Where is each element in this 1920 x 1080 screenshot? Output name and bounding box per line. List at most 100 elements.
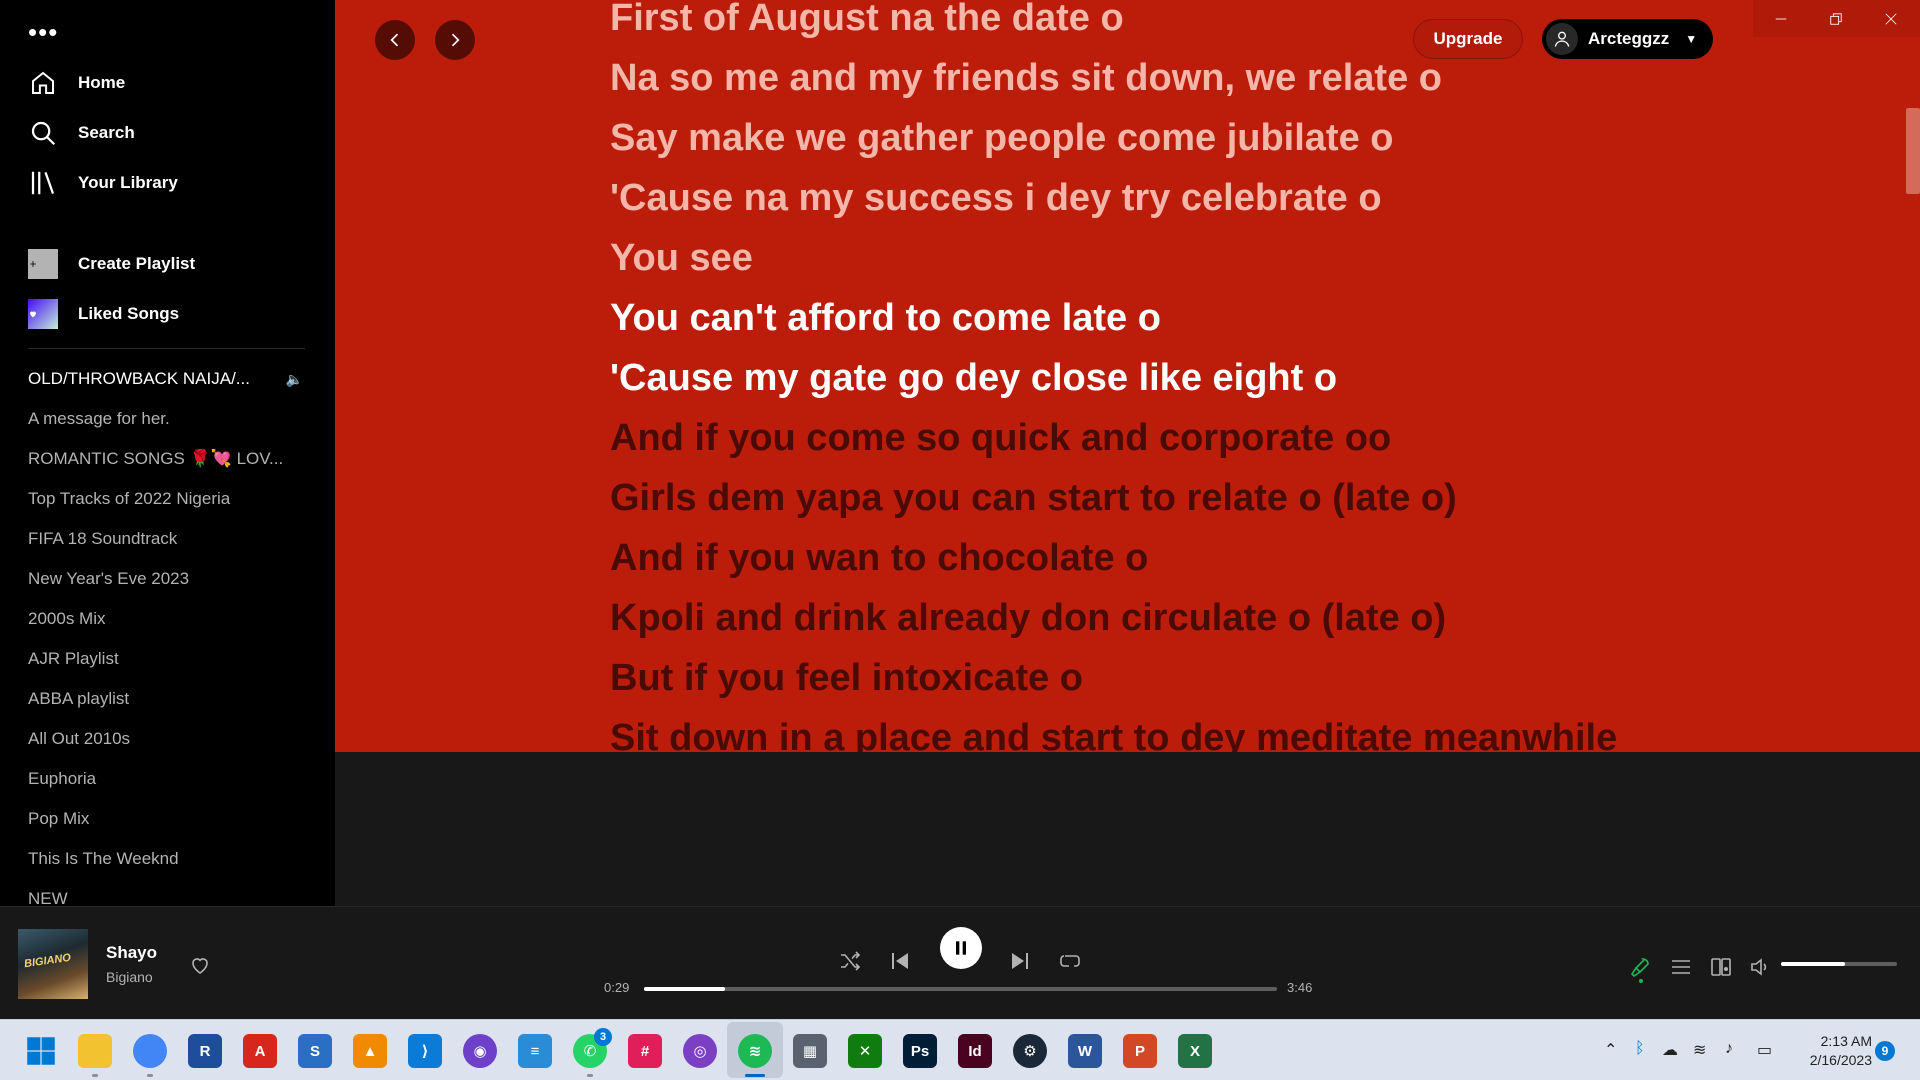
notification-badge[interactable]: 9 [1875,1041,1895,1061]
playlist-item[interactable]: All Out 2010s [28,726,303,752]
vscode-icon[interactable]: ⟩ [408,1034,442,1068]
clock-date: 2/16/2023 [1809,1052,1872,1068]
lyric-line[interactable]: But if you feel intoxicate o [610,648,1617,708]
nav-home[interactable]: Home [28,63,125,103]
window-controls [1753,0,1920,37]
shuffle-button[interactable] [838,949,862,973]
upgrade-button[interactable]: Upgrade [1413,19,1523,59]
minimize-button[interactable] [1753,0,1808,37]
powerpoint-icon[interactable]: P [1123,1034,1157,1068]
pause-button[interactable] [940,927,982,969]
xbox-icon[interactable]: ✕ [848,1034,882,1068]
app-menu-button[interactable]: ••• [28,19,58,45]
start-button[interactable] [24,1034,58,1068]
playlist-item[interactable]: New Year's Eve 2023 [28,566,303,592]
notepad-icon[interactable]: ≡ [518,1034,552,1068]
active-indicator-dot [1639,979,1643,983]
forward-button[interactable] [435,20,475,60]
excel-icon[interactable]: X [1178,1034,1212,1068]
volume-icon [1751,958,1767,976]
lyric-line[interactable]: You can't afford to come late o [610,288,1617,348]
playlist-label: FIFA 18 Soundtrack [28,529,178,548]
indesign-icon[interactable]: Id [958,1034,992,1068]
playlist-item[interactable]: AJR Playlist [28,646,303,672]
playlist-item[interactable]: FIFA 18 Soundtrack [28,526,303,552]
playlist-label: AJR Playlist [28,649,119,668]
liked-songs-button[interactable]: Liked Songs [28,294,179,334]
lyric-line[interactable]: Say make we gather people come jubilate … [610,108,1617,168]
playlist-label: A message for her. [28,409,170,428]
calculator-icon[interactable]: ▦ [793,1034,827,1068]
restore-button[interactable] [1808,0,1863,37]
back-button[interactable] [375,20,415,60]
microphone-icon [1630,958,1649,978]
tray-app-icon[interactable]: ☁ [1662,1040,1678,1060]
progress-bar[interactable] [644,987,1277,991]
playlist-label: OLD/THROWBACK NAIJA/... [28,369,250,388]
nav-search[interactable]: Search [28,113,135,153]
sidebar-divider [28,348,305,349]
r-app-icon[interactable]: R [188,1034,222,1068]
queue-button[interactable] [1669,955,1693,984]
spotify-icon[interactable]: ≋ [738,1034,772,1068]
whatsapp-badge: 3 [594,1028,612,1046]
playlist-item[interactable]: Pop Mix [28,806,303,832]
github-icon[interactable]: ◉ [463,1034,497,1068]
now-playing-bar: BIGIANO Shayo Bigiano 0:29 3:46 [0,906,1920,1019]
active-app-indicator [745,1074,765,1077]
repeat-icon [1060,955,1080,967]
repeat-button[interactable] [1058,949,1082,973]
tray-overflow-icon[interactable]: ⌃ [1604,1040,1617,1060]
vlc-icon[interactable]: ▲ [353,1034,387,1068]
lyric-line[interactable]: 'Cause my gate go dey close like eight o [610,348,1617,408]
scrollbar-thumb[interactable] [1906,108,1920,194]
wifi-icon[interactable]: ≋ [1693,1040,1706,1060]
lyric-line[interactable]: And if you come so quick and corporate o… [610,408,1617,468]
playlist-item[interactable]: Top Tracks of 2022 Nigeria [28,486,303,512]
playlist-item[interactable]: OLD/THROWBACK NAIJA/... 🔈 [28,366,303,392]
file-explorer-icon[interactable] [78,1034,112,1068]
playlist-item[interactable]: This Is The Weeknd [28,846,303,872]
lyric-line[interactable]: And if you wan to chocolate o [610,528,1617,588]
volume-slider[interactable] [1781,962,1897,966]
photoshop-icon[interactable]: Ps [903,1034,937,1068]
steam-icon[interactable]: ⚙ [1013,1034,1047,1068]
close-button[interactable] [1863,0,1918,37]
sketchup-icon[interactable]: S [298,1034,332,1068]
playlist-item[interactable]: ROMANTIC SONGS 🌹💘 LOV... [28,446,303,472]
like-button[interactable] [188,953,212,982]
chrome-icon[interactable] [133,1034,167,1068]
nav-library-label: Your Library [78,173,178,192]
lyric-line[interactable]: Kpoli and drink already don circulate o … [610,588,1617,648]
acrobat-icon[interactable]: A [243,1034,277,1068]
bluetooth-icon[interactable]: ᛒ [1635,1040,1645,1058]
lyric-line[interactable]: You see [610,228,1617,288]
lyric-line[interactable]: 'Cause na my success i dey try celebrate… [610,168,1617,228]
speaker-icon[interactable]: ♪ [1725,1040,1733,1058]
nav-home-label: Home [78,73,126,92]
system-clock[interactable]: 2:13 AM 2/16/2023 [1794,1032,1872,1070]
next-button[interactable] [1008,949,1032,973]
content-footer-area [335,752,1920,906]
playlist-item[interactable]: A message for her. [28,406,303,432]
previous-button[interactable] [888,949,912,973]
lyric-line[interactable]: Girls dem yapa you can start to relate o… [610,468,1617,528]
playlist-item[interactable]: 2000s Mix [28,606,303,632]
mute-button[interactable] [1748,955,1772,984]
lyric-line[interactable]: Sit down in a place and start to dey med… [610,708,1617,752]
playlist-label: All Out 2010s [28,729,131,748]
playlist-item[interactable]: ABBA playlist [28,686,303,712]
slack-icon[interactable]: # [628,1034,662,1068]
album-cover[interactable]: BIGIANO [18,929,88,999]
nav-library[interactable]: Your Library [28,163,178,203]
battery-icon[interactable]: ▭ [1757,1040,1772,1060]
user-menu-button[interactable]: Arcteggzz ▼ [1542,19,1713,59]
track-title[interactable]: Shayo [106,943,157,963]
podcast-icon[interactable]: ◎ [683,1034,717,1068]
playlist-item[interactable]: NEW [28,886,303,906]
playlist-item[interactable]: Euphoria [28,766,303,792]
track-artist[interactable]: Bigiano [106,969,153,985]
create-playlist-button[interactable]: Create Playlist [28,244,195,284]
word-icon[interactable]: W [1068,1034,1102,1068]
connect-device-button[interactable] [1709,955,1733,984]
